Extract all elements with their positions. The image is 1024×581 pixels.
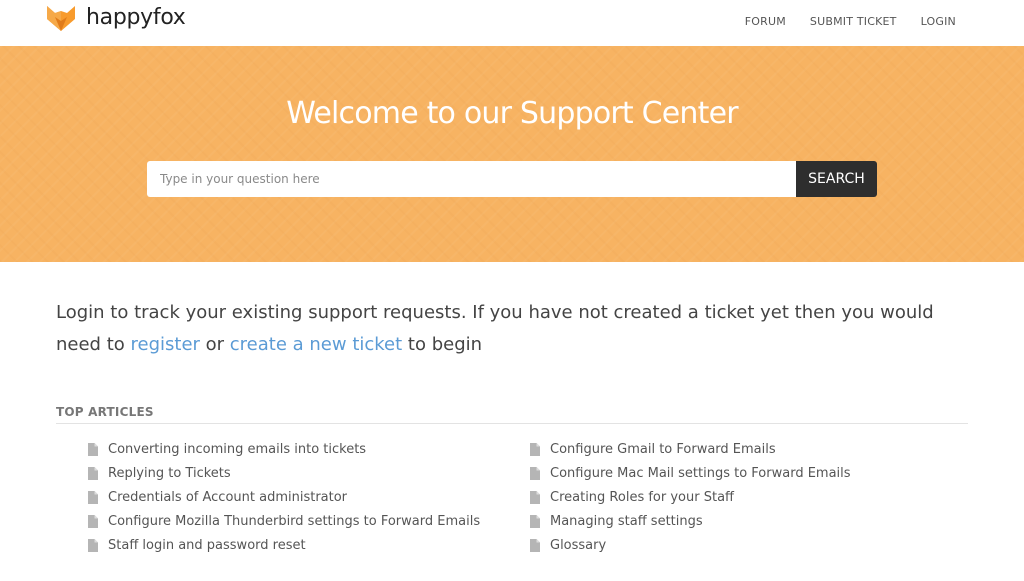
document-icon <box>88 442 98 456</box>
search-input[interactable] <box>147 161 796 197</box>
articles-divider <box>56 423 968 424</box>
article-title: Creating Roles for your Staff <box>550 489 734 505</box>
articles-list-right: Configure Gmail to Forward Emails Config… <box>530 437 851 557</box>
document-icon <box>530 466 540 480</box>
intro-text-after: to begin <box>402 334 483 355</box>
article-title: Glossary <box>550 537 607 553</box>
article-item[interactable]: Converting incoming emails into tickets <box>88 437 480 461</box>
search-form: SEARCH <box>147 161 877 197</box>
article-title: Converting incoming emails into tickets <box>108 441 367 457</box>
article-item[interactable]: Configure Mozilla Thunderbird settings t… <box>88 509 480 533</box>
brand-logo[interactable]: happyfox <box>46 4 186 32</box>
article-item[interactable]: Configure Mac Mail settings to Forward E… <box>530 461 851 485</box>
article-title: Configure Gmail to Forward Emails <box>550 441 776 457</box>
article-title: Staff login and password reset <box>108 537 306 553</box>
intro-text: Login to track your existing support req… <box>56 297 976 361</box>
nav-forum-link[interactable]: FORUM <box>745 15 786 28</box>
document-icon <box>88 490 98 504</box>
fox-logo-icon <box>47 6 75 31</box>
document-icon <box>530 538 540 552</box>
article-item[interactable]: Creating Roles for your Staff <box>530 485 851 509</box>
article-item[interactable]: Replying to Tickets <box>88 461 480 485</box>
document-icon <box>530 442 540 456</box>
hero-title: Welcome to our Support Center <box>286 96 738 131</box>
search-button[interactable]: SEARCH <box>796 161 877 197</box>
site-header: happyfox FORUM SUBMIT TICKET LOGIN <box>0 0 1024 46</box>
nav-submit-ticket-link[interactable]: SUBMIT TICKET <box>810 15 897 28</box>
article-item[interactable]: Glossary <box>530 533 851 557</box>
article-title: Replying to Tickets <box>108 465 231 481</box>
document-icon <box>88 466 98 480</box>
article-title: Managing staff settings <box>550 513 703 529</box>
top-articles-heading: TOP ARTICLES <box>56 405 154 419</box>
article-item[interactable]: Staff login and password reset <box>88 533 480 557</box>
article-title: Configure Mozilla Thunderbird settings t… <box>108 513 481 529</box>
document-icon <box>530 514 540 528</box>
article-item[interactable]: Credentials of Account administrator <box>88 485 480 509</box>
register-link[interactable]: register <box>131 334 200 355</box>
article-item[interactable]: Configure Gmail to Forward Emails <box>530 437 851 461</box>
article-item[interactable]: Managing staff settings <box>530 509 851 533</box>
document-icon <box>88 514 98 528</box>
hero-banner: Welcome to our Support Center SEARCH <box>0 46 1024 262</box>
intro-text-middle: or <box>199 334 230 355</box>
top-nav: FORUM SUBMIT TICKET LOGIN <box>745 15 956 28</box>
article-title: Configure Mac Mail settings to Forward E… <box>550 465 851 481</box>
brand-name: happyfox <box>86 5 186 30</box>
article-title: Credentials of Account administrator <box>108 489 348 505</box>
create-new-ticket-link[interactable]: create a new ticket <box>230 334 402 355</box>
articles-list-left: Converting incoming emails into tickets … <box>88 437 480 557</box>
document-icon <box>530 490 540 504</box>
document-icon <box>88 538 98 552</box>
nav-login-link[interactable]: LOGIN <box>921 15 956 28</box>
